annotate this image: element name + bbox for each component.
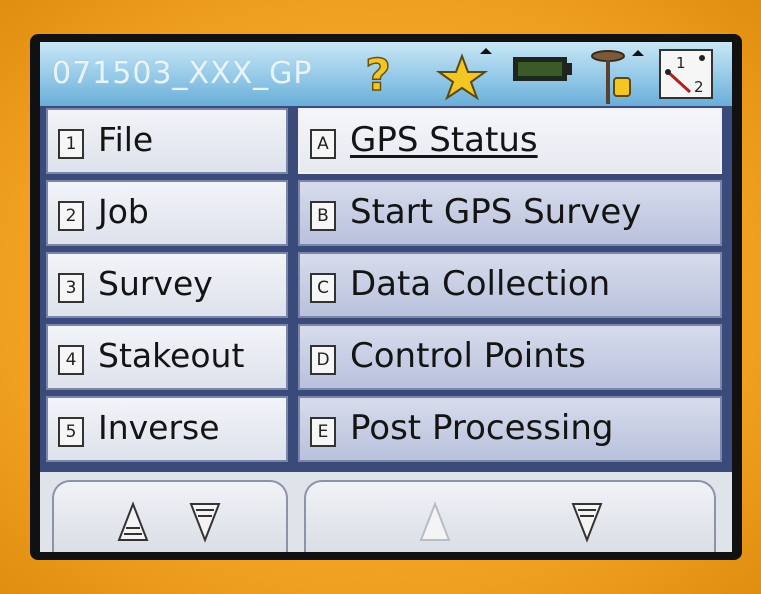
submenu-item-post-processing[interactable]: E Post Processing: [298, 396, 722, 462]
device-body: 071503_XXX_GP ? 1 2 1 File 2 Job 3 Surve…: [0, 0, 761, 594]
hotkey-badge: 3: [58, 273, 84, 303]
submenu-item-data-collection[interactable]: C Data Collection: [298, 252, 722, 318]
submenu-item-label: GPS Status: [350, 120, 538, 160]
menu-item-file[interactable]: 1 File: [46, 108, 288, 174]
submenu-item-label: Data Collection: [350, 264, 611, 304]
star-icon[interactable]: [436, 48, 494, 102]
hotkey-badge: 1: [58, 129, 84, 159]
submenu-item-label: Control Points: [350, 336, 586, 376]
question-icon[interactable]: ?: [358, 48, 398, 98]
scroll-down-icon[interactable]: [188, 500, 222, 544]
job-title: 071503_XXX_GP: [52, 56, 313, 91]
submenu-item-start-gps-survey[interactable]: B Start GPS Survey: [298, 180, 722, 246]
submenu-scroll-panel: [304, 480, 716, 552]
point-numbering-icon[interactable]: 1 2: [658, 48, 716, 100]
svg-text:1: 1: [676, 54, 686, 72]
title-bar: 071503_XXX_GP ? 1 2: [40, 42, 732, 106]
submenu-item-control-points[interactable]: D Control Points: [298, 324, 722, 390]
scroll-bar-area: [40, 472, 732, 552]
svg-text:2: 2: [694, 78, 704, 96]
menu-item-job[interactable]: 2 Job: [46, 180, 288, 246]
scroll-up-icon[interactable]: [116, 500, 150, 544]
hotkey-badge: 4: [58, 345, 84, 375]
menu-item-label: Survey: [98, 264, 213, 303]
scroll-up-disabled-icon: [419, 501, 451, 541]
hotkey-badge: A: [310, 129, 336, 159]
hotkey-badge: E: [310, 417, 336, 447]
hotkey-badge: D: [310, 345, 336, 375]
menu-item-label: Inverse: [98, 408, 220, 447]
main-menu-scroll-panel: [52, 480, 288, 552]
scroll-down-icon[interactable]: [570, 500, 604, 544]
menu-item-inverse[interactable]: 5 Inverse: [46, 396, 288, 462]
screen: 071503_XXX_GP ? 1 2 1 File 2 Job 3 Surve…: [40, 42, 732, 552]
hotkey-badge: 5: [58, 417, 84, 447]
gps-antenna-icon[interactable]: [588, 48, 648, 106]
battery-icon: [513, 57, 572, 81]
svg-text:?: ?: [365, 50, 391, 98]
menu-item-label: Job: [98, 192, 149, 231]
menu-item-label: File: [98, 120, 154, 159]
hotkey-badge: 2: [58, 201, 84, 231]
menu-item-label: Stakeout: [98, 336, 245, 375]
menu-item-survey[interactable]: 3 Survey: [46, 252, 288, 318]
menu-item-stakeout[interactable]: 4 Stakeout: [46, 324, 288, 390]
hotkey-badge: C: [310, 273, 336, 303]
submenu-item-gps-status[interactable]: A GPS Status: [298, 108, 722, 174]
submenu-item-label: Post Processing: [350, 408, 614, 448]
hotkey-badge: B: [310, 201, 336, 231]
submenu-item-label: Start GPS Survey: [350, 192, 642, 232]
